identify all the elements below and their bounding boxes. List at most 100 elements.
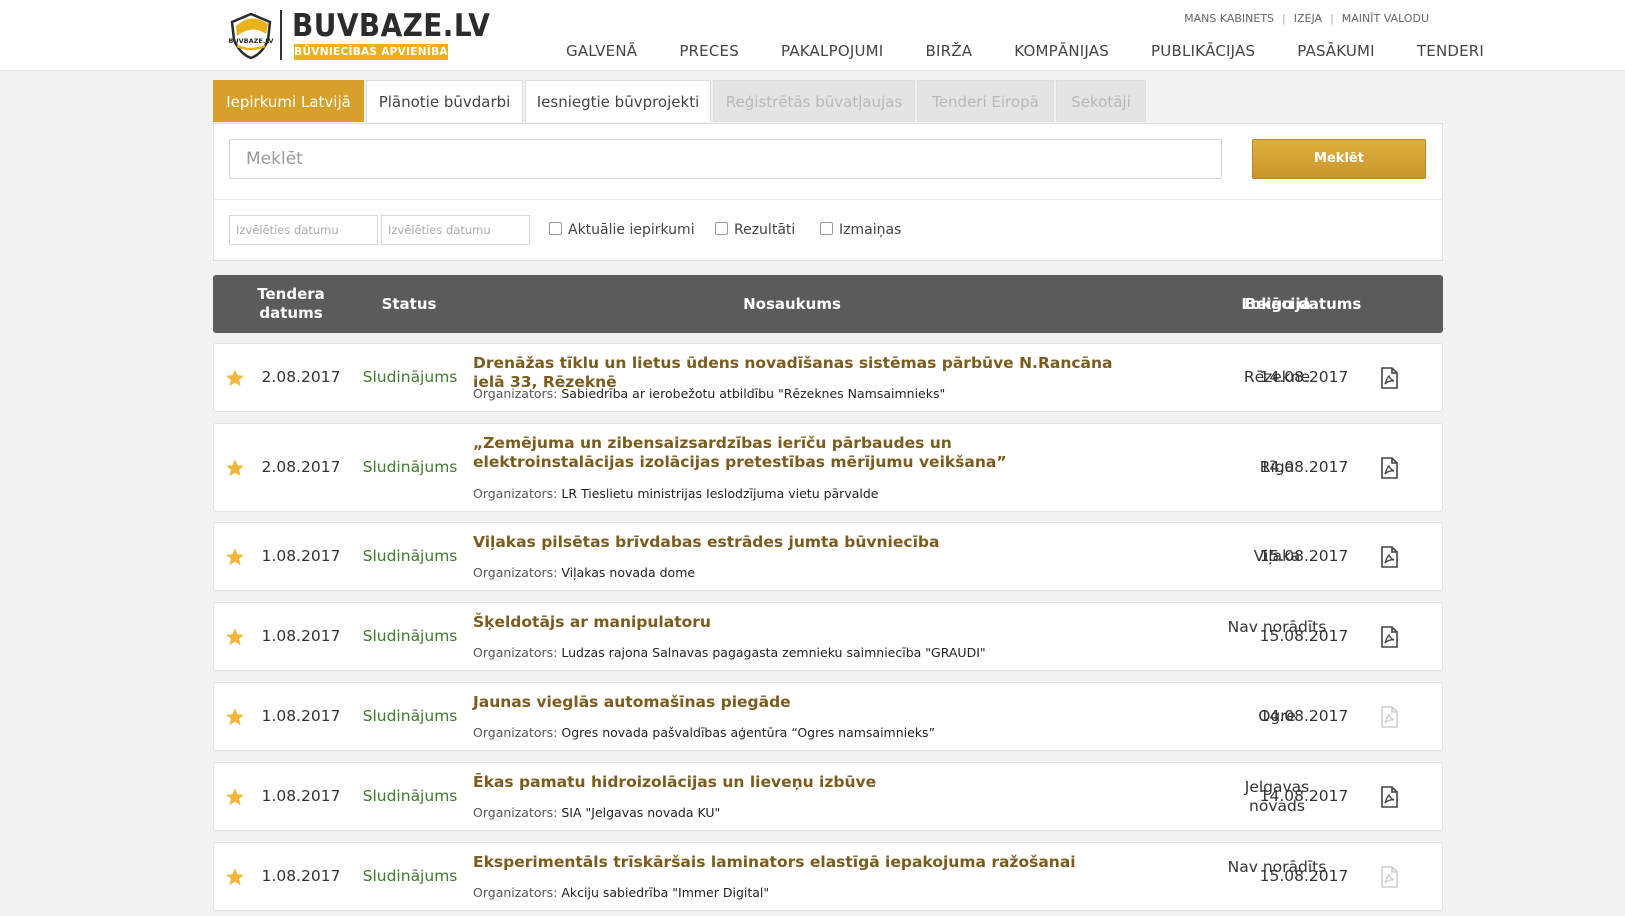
nav-companies[interactable]: KOMPĀNIJAS: [1014, 42, 1109, 60]
favorite-star-icon[interactable]: [225, 787, 245, 807]
table-row[interactable]: 1.08.2017 Sludinājums Eksperimentāls trīsk…: [213, 842, 1443, 911]
end-date: 14.08.2017: [1259, 368, 1349, 386]
favorite-star-icon[interactable]: [225, 458, 245, 478]
tab-procurements-latvia[interactable]: Iepirkumi Latvijā: [213, 80, 364, 122]
tender-title-link[interactable]: Jaunas vieglās automašīnas piegāde: [473, 693, 1113, 712]
nav-exchange[interactable]: BIRŽA: [925, 42, 972, 60]
tab-followers[interactable]: Sekotāji: [1056, 80, 1146, 122]
checkbox-label: Rezultāti: [734, 222, 796, 238]
organizer-label: Organizators:: [473, 805, 558, 820]
tender-date: 1.08.2017: [261, 787, 341, 805]
pdf-document-icon[interactable]: [1379, 786, 1399, 808]
table-row[interactable]: 1.08.2017 Sludinājums Jaunas vieglās autom…: [213, 682, 1443, 751]
nav-products[interactable]: PRECES: [679, 42, 739, 60]
my-cabinet-link[interactable]: MANS KABINETS: [1184, 12, 1274, 25]
end-date: 15.08.2017: [1259, 627, 1349, 645]
site-header: BUVBAZE.LV BUVBAZE.LV BŪVNIECĪBAS APVIEN…: [0, 0, 1625, 71]
logo-mark-text: BUVBAZE.LV: [228, 37, 273, 45]
filter-current-checkbox[interactable]: Aktuālie iepirkumi: [549, 222, 695, 238]
search-button[interactable]: Meklēt: [1252, 139, 1426, 179]
column-end-date[interactable]: Beigu datums: [1243, 275, 1363, 333]
status-badge: Sludinājums: [362, 867, 458, 885]
table-header: Tendera datums Status Nosaukums Lokācija…: [213, 275, 1443, 333]
favorite-star-icon[interactable]: [225, 627, 245, 647]
organizer: Organizators: Sabiedrība ar ierobežotu a…: [473, 386, 945, 401]
table-row[interactable]: 1.08.2017 Sludinājums Šķeldotājs ar manipu…: [213, 602, 1443, 671]
table-row[interactable]: 1.08.2017 Sludinājums Ēkas pamatu hidroizo…: [213, 762, 1443, 831]
nav-home[interactable]: GALVENĀ: [566, 42, 637, 60]
organizer-name: Ogres novada pašvaldības aģentūra “Ogres…: [561, 725, 936, 740]
organizer-name: Sabiedrība ar ierobežotu atbildību "Rēze…: [561, 386, 946, 401]
pdf-document-icon[interactable]: [1379, 367, 1399, 389]
date-from-input[interactable]: Izvēlēties datumu: [229, 215, 378, 245]
tender-date: 2.08.2017: [261, 458, 341, 476]
pdf-document-icon: [1379, 866, 1399, 888]
pdf-document-icon: [1379, 706, 1399, 728]
tab-registered-permits[interactable]: Reģistrētās būvatļaujas: [713, 80, 915, 122]
end-date: 15.08.2017: [1259, 547, 1349, 565]
organizer: Organizators: Akciju sabiedrība "Immer D…: [473, 885, 769, 900]
organizer: Organizators: Viļakas novada dome: [473, 565, 695, 580]
pdf-document-icon[interactable]: [1379, 457, 1399, 479]
change-language-link[interactable]: MAINĪT VALODU: [1342, 12, 1429, 25]
table-row[interactable]: 2.08.2017 Sludinājums „Zemējuma un zibensa…: [213, 423, 1443, 512]
end-date: 14.08.2017: [1259, 787, 1349, 805]
search-panel: Meklēt Meklēt Izvēlēties datumu Izvēlēti…: [213, 123, 1443, 261]
tender-title-link[interactable]: „Zemējuma un zibensaizsardzības ierīču p…: [473, 434, 1113, 472]
date-to-input[interactable]: Izvēlēties datumu: [381, 215, 530, 245]
organizer: Organizators: Ogres novada pašvaldības a…: [473, 725, 935, 740]
favorite-star-icon[interactable]: [225, 547, 245, 567]
logout-link[interactable]: IZEJA: [1294, 12, 1322, 25]
site-logo[interactable]: BUVBAZE.LV BUVBAZE.LV BŪVNIECĪBAS APVIEN…: [228, 8, 490, 62]
tender-title-link[interactable]: Eksperimentāls trīskāršais laminators el…: [473, 853, 1113, 872]
checkbox-box[interactable]: [549, 222, 562, 235]
organizer-name: Ludzas rajona Salnavas pagagasta zemniek…: [561, 645, 986, 660]
tab-planned-works[interactable]: Plānotie būvdarbi: [366, 80, 523, 122]
status-badge: Sludinājums: [362, 458, 458, 476]
organizer: Organizators: Ludzas rajona Salnavas pag…: [473, 645, 986, 660]
tender-date: 2.08.2017: [261, 368, 341, 386]
nav-events[interactable]: PASĀKUMI: [1297, 42, 1375, 60]
column-name[interactable]: Nosaukums: [472, 275, 1112, 333]
nav-publications[interactable]: PUBLIKĀCIJAS: [1151, 42, 1255, 60]
tender-title-link[interactable]: Viļakas pilsētas brīvdabas estrādes jumt…: [473, 533, 1113, 552]
tender-date: 1.08.2017: [261, 547, 341, 565]
end-date: 15.08.2017: [1259, 867, 1349, 885]
nav-services[interactable]: PAKALPOJUMI: [781, 42, 883, 60]
column-status[interactable]: Status: [349, 275, 469, 333]
helmet-logo-icon: BUVBAZE.LV: [228, 12, 274, 60]
organizer-label: Organizators:: [473, 885, 558, 900]
logo-subtitle: BŪVNIECĪBAS APVIENĪBA: [294, 44, 448, 60]
filter-results-checkbox[interactable]: Rezultāti: [715, 222, 795, 238]
organizer-label: Organizators:: [473, 386, 558, 401]
tab-submitted-projects[interactable]: Iesniegtie būvprojekti: [525, 80, 711, 122]
top-links: MANS KABINETS | IZEJA | MAINĪT VALODU: [1184, 12, 1429, 25]
checkbox-box[interactable]: [715, 222, 728, 235]
organizer-name: Akciju sabiedrība "Immer Digital": [561, 885, 770, 900]
nav-tenders[interactable]: TENDERI: [1417, 42, 1484, 60]
table-row[interactable]: 2.08.2017 Sludinājums Drenāžas tīklu un li…: [213, 343, 1443, 412]
status-badge: Sludinājums: [362, 707, 458, 725]
panel-divider: [214, 199, 1442, 200]
favorite-star-icon[interactable]: [225, 867, 245, 887]
organizer: Organizators: SIA "Jelgavas novada KU": [473, 805, 720, 820]
organizer-name: SIA "Jelgavas novada KU": [561, 805, 721, 820]
organizer-name: LR Tieslietu ministrijas Ieslodzījuma vi…: [561, 486, 879, 501]
end-date: 14.08.2017: [1259, 707, 1349, 725]
filter-changes-checkbox[interactable]: Izmaiņas: [820, 222, 901, 238]
tender-title-link[interactable]: Šķeldotājs ar manipulatoru: [473, 613, 1113, 632]
tender-title-link[interactable]: Ēkas pamatu hidroizolācijas un lieveņu i…: [473, 773, 1113, 792]
checkbox-box[interactable]: [820, 222, 833, 235]
tab-tenders-europe[interactable]: Tenderi Eiropā: [917, 80, 1054, 122]
pdf-document-icon[interactable]: [1379, 626, 1399, 648]
organizer-label: Organizators:: [473, 565, 558, 580]
column-tender-date[interactable]: Tendera datums: [241, 275, 341, 333]
pdf-document-icon[interactable]: [1379, 546, 1399, 568]
organizer: Organizators: LR Tieslietu ministrijas I…: [473, 486, 878, 501]
favorite-star-icon[interactable]: [225, 368, 245, 388]
end-date: 14.08.2017: [1259, 458, 1349, 476]
status-badge: Sludinājums: [362, 547, 458, 565]
favorite-star-icon[interactable]: [225, 707, 245, 727]
table-row[interactable]: 1.08.2017 Sludinājums Viļakas pilsētas brī…: [213, 522, 1443, 591]
search-input[interactable]: Meklēt: [229, 139, 1222, 179]
